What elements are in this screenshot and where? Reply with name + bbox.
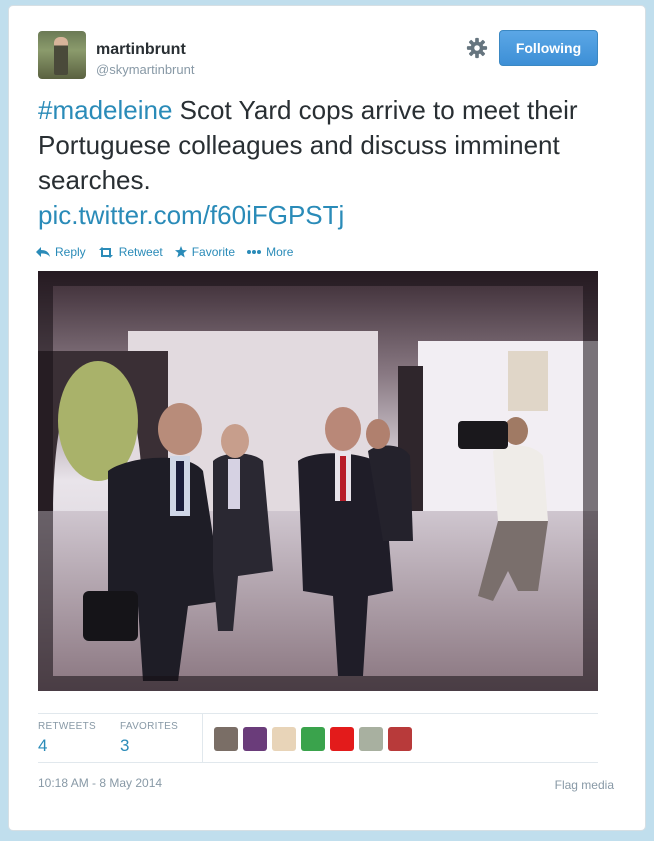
favoriter-avatar-5-flag-icon[interactable] bbox=[330, 727, 354, 751]
favoriter-avatar-2[interactable] bbox=[243, 727, 267, 751]
tweet-text: #madeleine Scot Yard cops arrive to meet… bbox=[38, 93, 598, 233]
reply-button[interactable]: Reply bbox=[36, 245, 86, 259]
user-fullname[interactable]: martinbrunt bbox=[96, 41, 186, 59]
reply-icon bbox=[36, 247, 50, 257]
favoriter-avatars bbox=[214, 727, 417, 751]
retweets-count: 4 bbox=[38, 736, 48, 755]
pic-link[interactable]: pic.twitter.com/f60iFGPSTj bbox=[38, 200, 344, 230]
stats-divider-bottom bbox=[38, 762, 598, 763]
favorites-count: 3 bbox=[120, 736, 130, 755]
retweets-stat[interactable]: RETWEETS 4 bbox=[38, 721, 96, 756]
user-screenname[interactable]: @skymartinbrunt bbox=[96, 62, 194, 77]
retweet-icon bbox=[98, 246, 113, 258]
favorites-label: FAVORITES bbox=[120, 721, 179, 732]
favoriter-avatar-7[interactable] bbox=[388, 727, 412, 751]
retweet-button[interactable]: Retweet bbox=[98, 245, 163, 259]
flag-media-link[interactable]: Flag media bbox=[555, 778, 614, 792]
tweet-actions: Reply Retweet Favorite More bbox=[36, 244, 305, 260]
gear-icon[interactable] bbox=[466, 37, 488, 59]
favorite-button[interactable]: Favorite bbox=[174, 245, 236, 259]
photo-scene bbox=[38, 271, 598, 691]
stats-divider-top bbox=[38, 713, 598, 714]
more-label: More bbox=[266, 245, 294, 259]
hashtag-link[interactable]: #madeleine bbox=[38, 95, 172, 125]
more-button[interactable]: More bbox=[247, 245, 293, 259]
favorite-label: Favorite bbox=[191, 245, 236, 259]
more-dots-icon bbox=[247, 250, 262, 254]
favoriter-avatar-6[interactable] bbox=[359, 727, 383, 751]
favoriter-avatar-4[interactable] bbox=[301, 727, 325, 751]
favoriter-avatar-3[interactable] bbox=[272, 727, 296, 751]
reply-label: Reply bbox=[55, 245, 86, 259]
tweet-photo[interactable] bbox=[38, 271, 598, 691]
retweet-label: Retweet bbox=[118, 245, 163, 259]
stats-separator bbox=[202, 714, 203, 762]
star-icon bbox=[174, 246, 187, 258]
avatar[interactable] bbox=[38, 31, 86, 79]
favoriter-avatar-1[interactable] bbox=[214, 727, 238, 751]
following-button[interactable]: Following bbox=[499, 30, 598, 66]
favorites-stat[interactable]: FAVORITES 3 bbox=[120, 721, 178, 756]
retweets-label: RETWEETS bbox=[38, 721, 96, 732]
tweet-timestamp[interactable]: 10:18 AM - 8 May 2014 bbox=[38, 776, 162, 790]
